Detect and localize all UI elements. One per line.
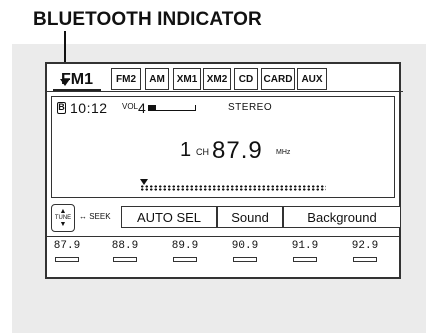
tune-down-arrow-icon: ▼ — [59, 221, 67, 228]
tab-card[interactable]: CARD — [261, 68, 295, 90]
preset-2-label[interactable]: 88.9 — [105, 240, 145, 252]
tuning-scale — [140, 185, 326, 191]
preset-1-button[interactable] — [55, 257, 79, 262]
tab-aux[interactable]: AUX — [297, 68, 327, 90]
preset-2-button[interactable] — [113, 257, 137, 262]
frequency-unit: MHz — [276, 149, 291, 156]
preset-1-label[interactable]: 87.9 — [47, 240, 87, 252]
presets-divider — [47, 236, 399, 237]
volume-label: VOL — [122, 102, 139, 111]
tab-fm1[interactable]: FM1 — [53, 64, 101, 92]
tab-fm2[interactable]: FM2 — [111, 68, 141, 90]
clock: 10:12 — [70, 100, 108, 116]
volume-bar-fill — [149, 105, 156, 110]
preset-6-label[interactable]: 92.9 — [345, 240, 385, 252]
tune-knob[interactable]: ▲ TUNE ▼ — [51, 204, 75, 232]
frequency: 87.9 — [212, 137, 263, 164]
volume-value: 4 — [138, 100, 146, 116]
tab-am[interactable]: AM — [145, 68, 169, 90]
preset-5-button[interactable] — [293, 257, 317, 262]
tab-cd[interactable]: CD — [234, 68, 258, 90]
preset-5-label[interactable]: 91.9 — [285, 240, 325, 252]
tabs-divider — [47, 91, 403, 92]
volume-bar — [148, 105, 196, 111]
main-info-area: B 10:12 VOL 4 STEREO 1 CH 87.9 MHz — [51, 96, 395, 198]
tab-xm2[interactable]: XM2 — [203, 68, 231, 90]
tab-xm1[interactable]: XM1 — [173, 68, 201, 90]
preset-3-button[interactable] — [173, 257, 197, 262]
tune-up-arrow-icon: ▲ — [59, 208, 67, 215]
preset-6-button[interactable] — [353, 257, 377, 262]
channel-label: CH — [196, 147, 209, 157]
bluetooth-icon: B — [57, 102, 66, 114]
stereo-indicator: STEREO — [228, 102, 273, 113]
auto-sel-button[interactable]: AUTO SEL — [121, 206, 217, 228]
preset-4-button[interactable] — [233, 257, 257, 262]
background-button[interactable]: Background — [283, 206, 401, 228]
preset-4-label[interactable]: 90.9 — [225, 240, 265, 252]
radio-display: FM1 FM2 AM XM1 XM2 CD CARD AUX B 10:12 V… — [45, 62, 403, 279]
bluetooth-indicator-caption: BLUETOOTH INDICATOR — [33, 9, 262, 30]
sound-button[interactable]: Sound — [217, 206, 283, 228]
channel-number: 1 — [180, 139, 192, 161]
caption-leader-arrow-icon — [60, 79, 70, 86]
seek-label: ↔ SEEK — [79, 212, 111, 221]
control-row: ▲ TUNE ▼ ↔ SEEK AUTO SEL Sound Backgroun… — [51, 204, 401, 232]
preset-3-label[interactable]: 89.9 — [165, 240, 205, 252]
source-tabs: FM1 FM2 AM XM1 XM2 CD CARD AUX — [47, 64, 403, 92]
